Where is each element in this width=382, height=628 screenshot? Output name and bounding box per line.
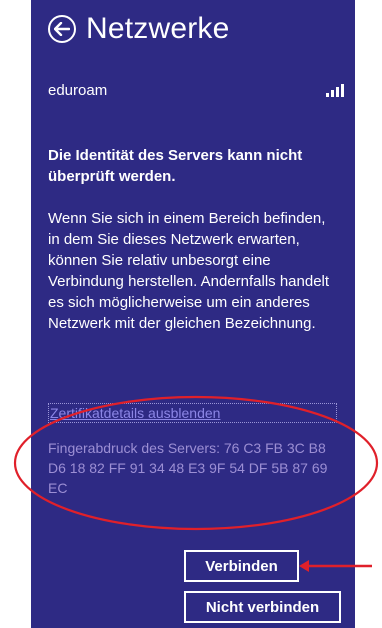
- header: Netzwerke: [48, 12, 230, 46]
- signal-bars-icon: [326, 84, 344, 97]
- network-name: eduroam: [48, 82, 108, 99]
- server-fingerprint: Fingerabdruck des Servers: 76 C3 FB 3C B…: [48, 440, 328, 496]
- connect-button[interactable]: Verbinden: [184, 550, 299, 582]
- warning-body: Wenn Sie sich in einem Bereich befinden,…: [48, 210, 330, 332]
- network-row: eduroam: [48, 82, 344, 99]
- warning-heading: Die Identität des Servers kann nicht übe…: [48, 147, 303, 185]
- no-connect-button[interactable]: Nicht verbinden: [184, 591, 341, 623]
- network-panel: Netzwerke eduroam Die Identität des Serv…: [31, 0, 355, 628]
- back-arrow-glyph: [54, 22, 70, 36]
- back-arrow-circle-icon[interactable]: [48, 15, 76, 43]
- certificate-details-toggle[interactable]: Zertifikatdetails ausblenden: [48, 403, 337, 423]
- page-title: Netzwerke: [86, 12, 230, 45]
